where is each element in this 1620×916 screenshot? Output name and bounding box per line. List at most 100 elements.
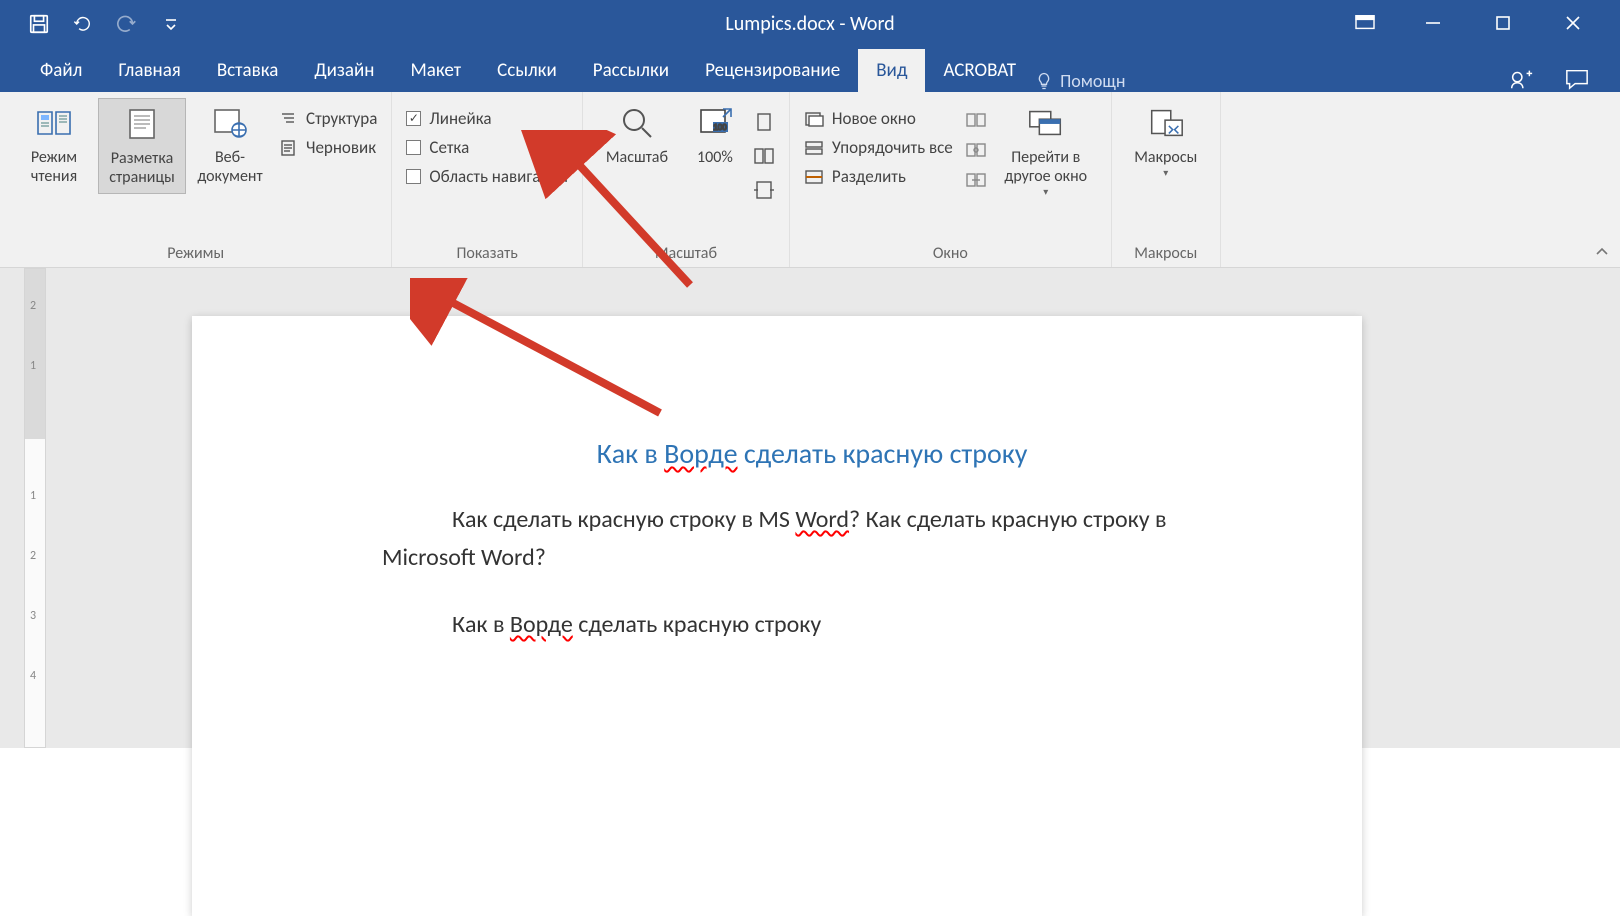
tab-file[interactable]: Файл xyxy=(22,49,100,92)
paragraph-1: Как сделать красную строку в MS Word? Ка… xyxy=(382,501,1242,578)
group-macros-label: Макросы xyxy=(1122,240,1210,265)
zoom-button[interactable]: Масштаб xyxy=(593,98,681,173)
group-show-label: Показать xyxy=(402,240,572,265)
navigation-checkbox[interactable]: Область навигации xyxy=(406,166,568,187)
lightbulb-icon xyxy=(1034,71,1054,91)
group-macros: Макросы ▾ Макросы xyxy=(1112,92,1221,267)
split-label: Разделить xyxy=(832,166,906,187)
side-by-side-icon[interactable] xyxy=(965,112,987,128)
tabbar-right xyxy=(1508,66,1620,92)
web-layout-label: Веб-документ xyxy=(188,148,272,186)
group-zoom-label: Масштаб xyxy=(593,240,779,265)
window-controls xyxy=(1354,14,1620,34)
gridlines-checkbox[interactable]: Сетка xyxy=(406,137,568,158)
new-window-label: Новое окно xyxy=(832,108,916,129)
tell-me-label: Помощн xyxy=(1060,70,1125,92)
undo-icon[interactable] xyxy=(72,13,94,35)
vertical-ruler[interactable]: 2 1 1 2 3 4 xyxy=(24,268,46,748)
tab-layout[interactable]: Макет xyxy=(392,49,479,92)
share-icon[interactable] xyxy=(1508,66,1534,92)
draft-button[interactable]: Черновик xyxy=(278,137,377,158)
tab-insert[interactable]: Вставка xyxy=(199,49,297,92)
switch-windows-button[interactable]: Перейти в другое окно ▾ xyxy=(991,98,1101,204)
tab-view[interactable]: Вид xyxy=(858,49,925,92)
checkbox-icon xyxy=(406,140,421,155)
redo-icon[interactable] xyxy=(116,13,138,35)
arrange-all-label: Упорядочить все xyxy=(832,137,953,158)
document-heading: Как в Ворде сделать красную строку xyxy=(382,436,1242,471)
group-views-label: Режимы xyxy=(10,240,381,265)
chevron-down-icon: ▾ xyxy=(1163,167,1168,179)
one-page-icon[interactable] xyxy=(753,112,775,132)
new-window-icon xyxy=(804,109,824,129)
web-layout-button[interactable]: Веб-документ xyxy=(186,98,274,192)
paragraph-2: Как в Ворде сделать красную строку xyxy=(382,606,1242,644)
tab-mailings[interactable]: Рассылки xyxy=(575,49,687,92)
zoom-100-button[interactable]: 100 100% xyxy=(681,98,749,173)
split-icon xyxy=(804,167,824,187)
zoom-100-label: 100% xyxy=(697,148,733,167)
zoom-100-icon: 100 xyxy=(695,104,735,142)
print-layout-icon xyxy=(122,105,162,143)
ribbon-view: Режим чтения Разметка страницы Веб-докум… xyxy=(0,92,1620,268)
outline-icon xyxy=(278,109,298,129)
maximize-icon[interactable] xyxy=(1494,14,1514,34)
macros-label: Макросы xyxy=(1134,148,1197,167)
tab-design[interactable]: Дизайн xyxy=(296,49,392,92)
tab-home[interactable]: Главная xyxy=(100,49,198,92)
zoom-icon xyxy=(617,104,657,142)
collapse-ribbon-icon[interactable] xyxy=(1594,245,1610,259)
outline-button[interactable]: Структура xyxy=(278,108,377,129)
qat-customize-icon[interactable] xyxy=(160,13,182,35)
macros-icon xyxy=(1146,104,1186,142)
chevron-down-icon: ▾ xyxy=(1043,186,1048,198)
zoom-label: Масштаб xyxy=(606,148,668,167)
tab-review[interactable]: Рецензирование xyxy=(687,49,858,92)
document-page[interactable]: Как в Ворде сделать красную строку Как с… xyxy=(192,316,1362,916)
outline-label: Структура xyxy=(306,108,377,129)
ribbon-tabs: Файл Главная Вставка Дизайн Макет Ссылки… xyxy=(0,48,1620,92)
close-icon[interactable] xyxy=(1564,14,1584,34)
comments-icon[interactable] xyxy=(1564,67,1590,91)
new-window-button[interactable]: Новое окно xyxy=(804,108,953,129)
switch-windows-icon xyxy=(1026,104,1066,142)
reset-window-icon[interactable] xyxy=(965,172,987,188)
tab-references[interactable]: Ссылки xyxy=(479,49,575,92)
ribbon-display-icon[interactable] xyxy=(1354,14,1374,34)
split-button[interactable]: Разделить xyxy=(804,166,953,187)
minimize-icon[interactable] xyxy=(1424,14,1444,34)
ruler-checkbox[interactable]: Линейка xyxy=(406,108,568,129)
group-window-label: Окно xyxy=(800,240,1101,265)
draft-label: Черновик xyxy=(306,137,376,158)
document-area: 2 1 1 2 3 4 Как в Ворде сделать красную … xyxy=(0,268,1620,748)
group-views: Режим чтения Разметка страницы Веб-докум… xyxy=(0,92,392,267)
draft-icon xyxy=(278,138,298,158)
page-content: Как в Ворде сделать красную строку Как с… xyxy=(192,316,1362,644)
multi-page-icon[interactable] xyxy=(753,146,775,166)
title-bar: Lumpics.docx - Word xyxy=(0,0,1620,48)
checkbox-icon xyxy=(406,169,421,184)
save-icon[interactable] xyxy=(28,13,50,35)
ruler-label: Линейка xyxy=(429,108,491,129)
tab-acrobat[interactable]: ACROBAT xyxy=(925,49,1034,92)
arrange-all-button[interactable]: Упорядочить все xyxy=(804,137,953,158)
checkbox-checked-icon xyxy=(406,111,421,126)
group-show: Линейка Сетка Область навигации Показать xyxy=(392,92,583,267)
group-zoom: Масштаб 100 100% Масштаб xyxy=(583,92,790,267)
sync-scroll-icon[interactable] xyxy=(965,142,987,158)
tell-me[interactable]: Помощн xyxy=(1034,70,1125,92)
print-layout-button[interactable]: Разметка страницы xyxy=(98,98,186,194)
arrange-all-icon xyxy=(804,138,824,158)
quick-access-toolbar xyxy=(0,13,182,35)
navigation-label: Область навигации xyxy=(429,166,568,187)
gridlines-label: Сетка xyxy=(429,137,469,158)
svg-text:100: 100 xyxy=(713,123,727,132)
read-mode-icon xyxy=(34,104,74,142)
page-width-icon[interactable] xyxy=(753,180,775,200)
web-layout-icon xyxy=(210,104,250,142)
macros-button[interactable]: Макросы ▾ xyxy=(1122,98,1210,185)
read-mode-label: Режим чтения xyxy=(12,148,96,186)
print-layout-label: Разметка страницы xyxy=(101,149,183,187)
read-mode-button[interactable]: Режим чтения xyxy=(10,98,98,192)
group-window: Новое окно Упорядочить все Разделить xyxy=(790,92,1112,267)
